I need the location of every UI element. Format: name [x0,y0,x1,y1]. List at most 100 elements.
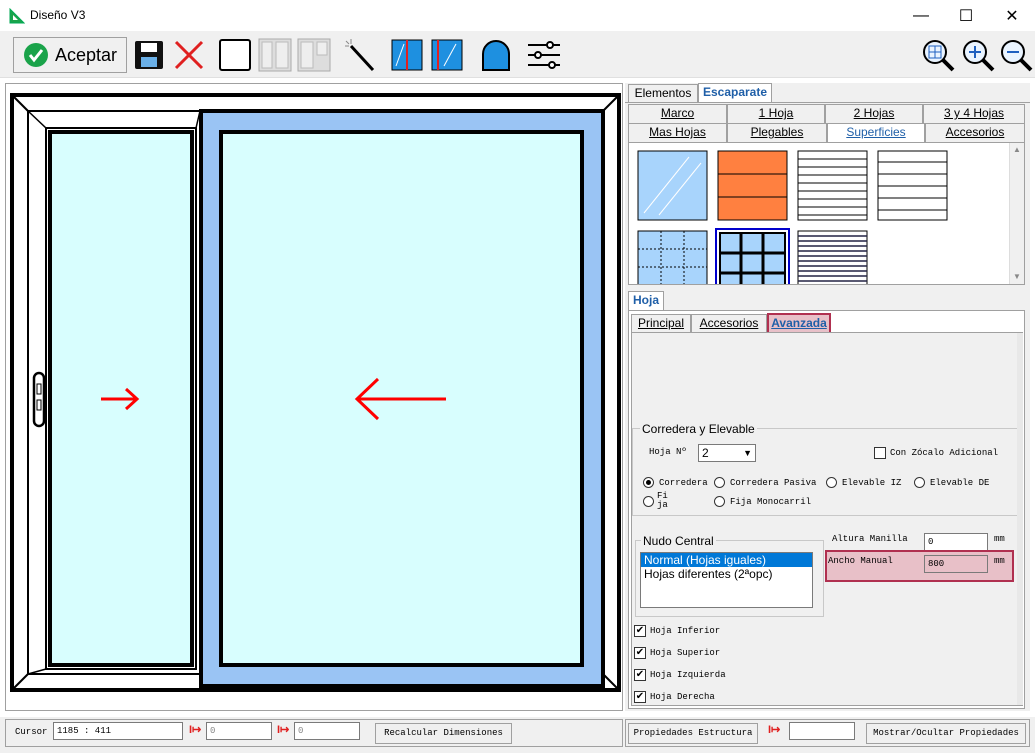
close-window-button[interactable]: ✕ [989,0,1035,31]
tab-accesorios[interactable]: Accesorios [691,314,767,333]
right-sash[interactable] [199,109,605,688]
check-hoja-inferior-label: Hoja Inferior [650,626,721,636]
maximize-button[interactable]: ☐ [943,0,989,31]
design-canvas[interactable] [5,83,623,711]
left-sash[interactable] [27,110,201,675]
radio-elevable-de-label: Elevable DE [930,478,990,488]
radio-fija-monocarril-label: Fija Monocarril [730,497,812,507]
accept-label: Aceptar [54,44,118,65]
zoom-out-button[interactable] [998,37,1034,73]
ancho-unit: mm [994,556,1005,566]
structure-field[interactable] [789,722,855,740]
save-button[interactable] [131,37,167,73]
tab-2-hojas[interactable]: 2 Hojas [825,104,923,123]
tab-mas-hojas[interactable]: Mas Hojas [628,123,727,142]
cursor-position: 1185 : 411 [53,722,183,740]
radio-corredera[interactable] [643,477,654,488]
magic-wand-icon [345,39,375,72]
swatch-horizontal-lines[interactable] [797,150,868,221]
nudo-option-diferentes[interactable]: Hojas diferentes (2ªopc) [641,567,812,581]
zoom-out-icon [1001,40,1033,72]
dimension-field-2[interactable]: 0 [294,722,360,740]
radio-elevable-de[interactable] [914,477,925,488]
nudo-option-normal[interactable]: Normal (Hojas iguales) [641,553,812,567]
swatch-glass[interactable] [637,150,708,221]
dimension-field-1[interactable]: 0 [206,722,272,740]
tab-1-hoja[interactable]: 1 Hoja [727,104,825,123]
radio-elevable-iz[interactable] [826,477,837,488]
square-frame-icon [219,39,251,71]
tab-hoja[interactable]: Hoja [628,291,664,311]
radio-elevable-iz-label: Elevable IZ [842,478,902,488]
radio-corredera-label: Corredera [659,478,708,488]
split-vertical-button[interactable] [257,37,293,73]
check-hoja-izquierda[interactable]: ✔ [634,669,646,681]
settings-sliders-button[interactable] [525,37,563,73]
radio-fija[interactable] [643,496,654,507]
single-frame-button[interactable] [217,37,253,73]
split-frame-icon [258,38,292,72]
scroll-up-icon[interactable]: ▲ [1013,145,1021,154]
swatch-scrollbar[interactable]: ▲ ▼ [1009,143,1024,284]
zoom-in-button[interactable] [960,37,996,73]
tab-marco[interactable]: Marco [628,104,727,123]
swatch-wide-lines[interactable] [877,150,948,221]
radio-corredera-pasiva[interactable] [714,477,725,488]
check-hoja-derecha-label: Hoja Derecha [650,692,715,702]
tab-escaparate[interactable]: Escaparate [698,83,772,103]
tab-avanzada[interactable]: Avanzada [767,313,831,334]
cancel-button[interactable] [171,37,207,73]
zocalo-label: Con Zócalo Adicional [890,448,999,458]
title-bar: Diseño V3 — ☐ ✕ [0,0,1035,31]
cursor-label: Cursor [15,727,48,737]
tab-elementos[interactable]: Elementos [628,84,698,103]
glass-leaf-left-button[interactable] [389,37,425,73]
minimize-button[interactable]: — [898,0,944,31]
glass-leaf-right-button[interactable] [429,37,465,73]
toolbar: Aceptar [0,31,1035,78]
tab-accesorios-cat[interactable]: Accesorios [925,123,1025,142]
ancho-input[interactable]: 800 [924,555,988,573]
zoom-fit-button[interactable] [920,37,956,73]
window-drawing[interactable] [6,84,622,710]
swatch-orange-panel[interactable] [717,150,788,221]
swatch-blue-lines[interactable] [797,230,868,285]
properties-button[interactable]: Propiedades Estructura [628,723,758,744]
altura-input[interactable]: 0 [924,533,988,551]
panel-scrollbar[interactable] [1017,333,1023,705]
zocalo-checkbox[interactable] [874,447,886,459]
accept-button[interactable]: Aceptar [13,37,127,73]
surface-swatches: ▲ ▼ [628,142,1025,285]
nudo-group-label: Nudo Central [641,534,716,548]
recalc-button[interactable]: Recalcular Dimensiones [375,723,512,744]
hoja-number-select[interactable]: 2 ▼ [698,444,756,462]
red-x-icon [174,40,204,70]
check-hoja-superior[interactable]: ✔ [634,647,646,659]
magic-wand-button[interactable] [342,37,378,73]
dimension-icon-2: I↦ [277,724,290,736]
floppy-disk-icon [135,41,163,69]
split-horizontal-button[interactable] [296,37,332,73]
tab-principal[interactable]: Principal [631,314,691,333]
status-bar: Cursor 1185 : 411 I↦ 0 I↦ 0 Recalcular D… [0,717,1035,753]
tab-3-4-hojas[interactable]: 3 y 4 Hojas [923,104,1025,123]
tab-plegables[interactable]: Plegables [727,123,827,142]
glass-panel-alt-icon [431,39,463,71]
swatch-grid-selected[interactable] [715,228,790,285]
ancho-label: Ancho Manual [828,556,893,566]
arch-button[interactable] [478,37,514,73]
tab-superficies[interactable]: Superficies [827,123,925,142]
swatch-dotted-grid[interactable] [637,230,708,285]
check-hoja-derecha[interactable]: ✔ [634,691,646,703]
scroll-down-icon[interactable]: ▼ [1013,272,1021,281]
zoom-grid-icon [923,40,955,72]
check-hoja-inferior[interactable]: ✔ [634,625,646,637]
toggle-properties-button[interactable]: Mostrar/Ocultar Propiedades [866,723,1026,744]
split-frame-alt-icon [297,38,331,72]
properties-panel: Elementos Escaparate Marco 1 Hoja 2 Hoja… [625,83,1030,711]
nudo-listbox[interactable]: Normal (Hojas iguales) Hojas diferentes … [640,552,813,608]
radio-fija-monocarril[interactable] [714,496,725,507]
dimension-icon: I↦ [189,724,202,736]
corredera-group [632,428,1019,516]
arch-icon [482,40,510,71]
